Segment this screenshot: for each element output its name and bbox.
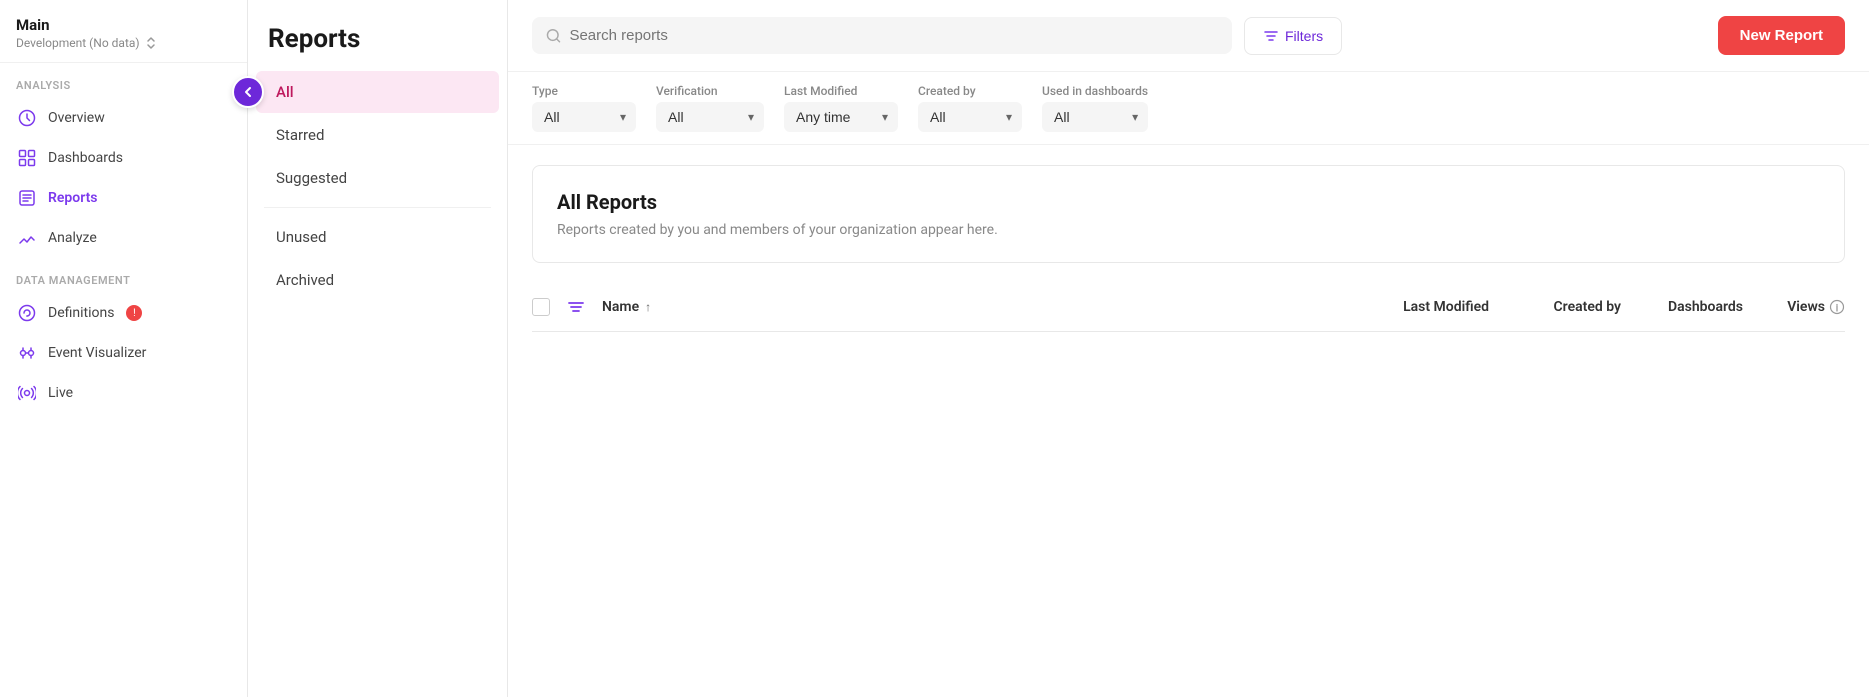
new-report-button[interactable]: New Report bbox=[1718, 16, 1845, 55]
filter-verification-select[interactable]: All Verified Unverified bbox=[668, 109, 752, 125]
filter-last-modified-select-wrap[interactable]: Any time Today This week This month bbox=[784, 102, 898, 132]
sidebar-header: Main Development (No data) bbox=[0, 0, 247, 63]
search-icon bbox=[546, 28, 561, 44]
left-panel: Reports All Starred Suggested Unused Arc… bbox=[248, 0, 508, 697]
all-reports-title: All Reports bbox=[557, 190, 1820, 214]
nav-item-all[interactable]: All bbox=[256, 71, 499, 113]
filter-row: Type All Funnel Retention Flow Trend Ver… bbox=[508, 72, 1869, 145]
filter-last-modified: Last Modified Any time Today This week T… bbox=[784, 84, 898, 132]
nav-item-archived[interactable]: Archived bbox=[256, 259, 499, 301]
sort-lines-icon bbox=[566, 297, 586, 317]
sidebar-item-analyze[interactable]: Analyze bbox=[0, 218, 247, 258]
filter-verification-label: Verification bbox=[656, 84, 764, 98]
sidebar-item-label: Event Visualizer bbox=[48, 345, 146, 361]
filter-created-by-select[interactable]: All bbox=[930, 109, 1010, 125]
filter-verification-select-wrap[interactable]: All Verified Unverified bbox=[656, 102, 764, 132]
sidebar-item-label: Live bbox=[48, 385, 73, 401]
sidebar-item-event-visualizer[interactable]: Event Visualizer bbox=[0, 333, 247, 373]
filter-used-in-dashboards-select-wrap[interactable]: All Yes No bbox=[1042, 102, 1148, 132]
col-name-header[interactable]: Name ↑ bbox=[602, 299, 1337, 315]
filter-last-modified-label: Last Modified bbox=[784, 84, 898, 98]
sidebar-item-overview[interactable]: Overview bbox=[0, 98, 247, 138]
sidebar-item-label: Reports bbox=[48, 190, 98, 206]
all-reports-description: Reports created by you and members of yo… bbox=[557, 222, 1820, 238]
sidebar-item-label: Analyze bbox=[48, 230, 97, 246]
left-panel-nav: All Starred Suggested Unused Archived bbox=[248, 70, 507, 697]
sidebar-item-dashboards[interactable]: Dashboards bbox=[0, 138, 247, 178]
sidebar-item-label: Dashboards bbox=[48, 150, 123, 166]
filter-type: Type All Funnel Retention Flow Trend bbox=[532, 84, 636, 132]
overview-icon bbox=[16, 107, 38, 129]
reports-icon bbox=[16, 187, 38, 209]
main-area: Filters New Report Type All Funnel Reten… bbox=[508, 0, 1869, 697]
filter-type-label: Type bbox=[532, 84, 636, 98]
analyze-icon bbox=[16, 227, 38, 249]
filters-icon bbox=[1263, 28, 1279, 44]
col-views-header[interactable]: Views bbox=[1755, 299, 1845, 315]
left-panel-header: Reports bbox=[248, 0, 507, 70]
definitions-icon bbox=[16, 302, 38, 324]
sidebar-item-label: Overview bbox=[48, 110, 105, 126]
sidebar-item-reports[interactable]: Reports bbox=[0, 178, 247, 218]
sidebar: Main Development (No data) Analysis Over… bbox=[0, 0, 248, 697]
app-name: Main bbox=[16, 16, 231, 34]
app-sub: Development (No data) bbox=[16, 36, 231, 50]
chevron-updown-icon bbox=[144, 36, 158, 50]
table-header: Name ↑ Last Modified Created by Dashboar… bbox=[532, 283, 1845, 332]
sort-icon[interactable] bbox=[562, 293, 590, 321]
filter-created-by: Created by All bbox=[918, 84, 1022, 132]
filters-button[interactable]: Filters bbox=[1244, 17, 1342, 55]
dashboards-icon bbox=[16, 147, 38, 169]
filter-verification: Verification All Verified Unverified bbox=[656, 84, 764, 132]
sidebar-item-live[interactable]: Live bbox=[0, 373, 247, 413]
definitions-badge: ! bbox=[126, 305, 142, 321]
filter-used-in-dashboards-select[interactable]: All Yes No bbox=[1054, 109, 1134, 125]
filter-used-in-dashboards-label: Used in dashboards bbox=[1042, 84, 1148, 98]
content-area: All Reports Reports created by you and m… bbox=[508, 145, 1869, 697]
filter-created-by-label: Created by bbox=[918, 84, 1022, 98]
search-input[interactable] bbox=[569, 27, 1218, 44]
filter-type-select-wrap[interactable]: All Funnel Retention Flow Trend bbox=[532, 102, 636, 132]
event-visualizer-icon bbox=[16, 342, 38, 364]
col-created-by-header[interactable]: Created by bbox=[1501, 299, 1621, 315]
nav-item-unused[interactable]: Unused bbox=[256, 216, 499, 258]
sidebar-collapse-button[interactable] bbox=[232, 76, 264, 108]
all-reports-box: All Reports Reports created by you and m… bbox=[532, 165, 1845, 263]
main-header: Filters New Report bbox=[508, 0, 1869, 72]
filter-last-modified-select[interactable]: Any time Today This week This month bbox=[796, 109, 886, 125]
nav-divider bbox=[264, 207, 491, 208]
data-management-section-label: Data Management bbox=[0, 258, 247, 293]
col-dashboards-header[interactable]: Dashboards bbox=[1633, 299, 1743, 315]
search-bar bbox=[532, 17, 1232, 54]
filter-created-by-select-wrap[interactable]: All bbox=[918, 102, 1022, 132]
filter-type-select[interactable]: All Funnel Retention Flow Trend bbox=[544, 109, 624, 125]
chevron-left-icon bbox=[241, 85, 255, 99]
col-last-modified-header[interactable]: Last Modified bbox=[1349, 299, 1489, 315]
nav-item-starred[interactable]: Starred bbox=[256, 114, 499, 156]
live-icon bbox=[16, 382, 38, 404]
sidebar-item-label: Definitions bbox=[48, 305, 114, 321]
select-all-checkbox[interactable] bbox=[532, 298, 550, 316]
nav-item-suggested[interactable]: Suggested bbox=[256, 157, 499, 199]
sidebar-item-definitions[interactable]: Definitions ! bbox=[0, 293, 247, 333]
info-icon bbox=[1829, 299, 1845, 315]
analysis-section-label: Analysis bbox=[0, 63, 247, 98]
page-title: Reports bbox=[268, 24, 487, 54]
filter-used-in-dashboards: Used in dashboards All Yes No bbox=[1042, 84, 1148, 132]
